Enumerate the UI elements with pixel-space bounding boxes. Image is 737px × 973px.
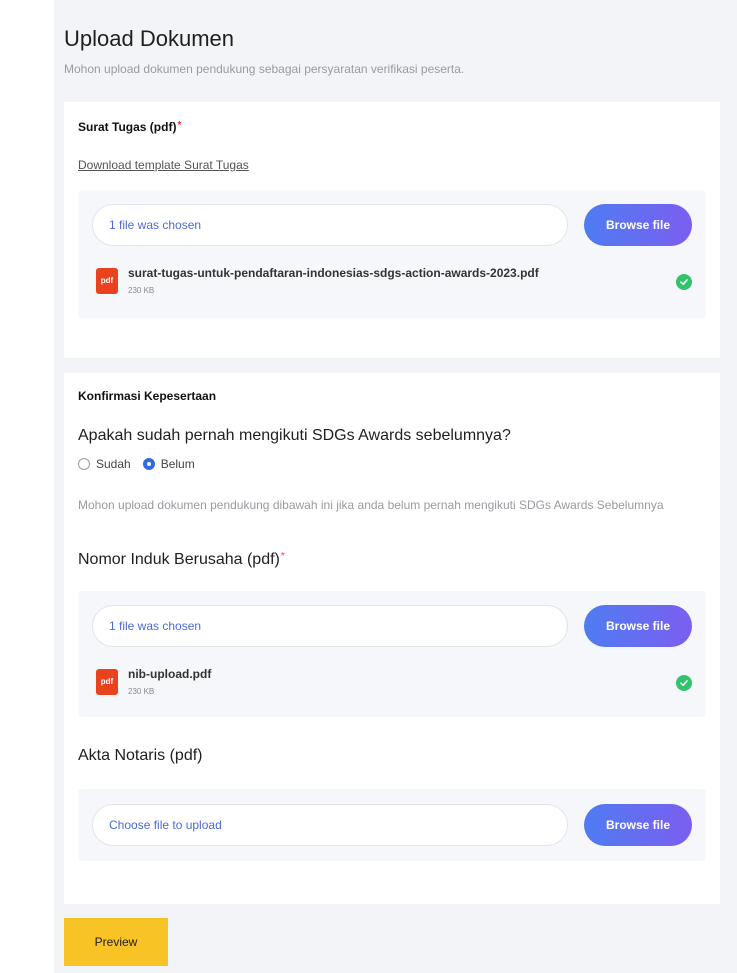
page-subtitle: Mohon upload dokumen pendukung sebagai p… bbox=[64, 62, 465, 76]
radio-sudah-label[interactable]: Sudah bbox=[96, 457, 131, 471]
radio-belum-label[interactable]: Belum bbox=[161, 457, 195, 471]
surat-tugas-file-row: pdf surat-tugas-untuk-pendaftaran-indone… bbox=[96, 266, 692, 302]
surat-tugas-label: Surat Tugas (pdf)* bbox=[78, 120, 181, 134]
konfirmasi-hint: Mohon upload dokumen pendukung dibawah i… bbox=[78, 498, 664, 512]
radio-belum[interactable] bbox=[142, 458, 155, 470]
upload-page: Upload Dokumen Mohon upload dokumen pend… bbox=[54, 0, 737, 973]
konfirmasi-title: Konfirmasi Kepesertaan bbox=[78, 389, 217, 403]
surat-tugas-file-input[interactable]: 1 file was chosen bbox=[92, 204, 568, 246]
surat-tugas-file-size: 230 KB bbox=[128, 286, 155, 295]
akta-file-input[interactable]: Choose file to upload bbox=[92, 804, 568, 846]
surat-tugas-card: Surat Tugas (pdf)* Download template Sur… bbox=[64, 102, 720, 358]
pdf-icon: pdf bbox=[96, 669, 118, 695]
akta-browse-button[interactable]: Browse file bbox=[584, 804, 692, 846]
nib-file-name: nib-upload.pdf bbox=[128, 667, 212, 681]
akta-upload-box: Choose file to upload Browse file bbox=[78, 789, 706, 861]
surat-tugas-file-name: surat-tugas-untuk-pendaftaran-indonesias… bbox=[128, 266, 539, 280]
nib-file-input[interactable]: 1 file was chosen bbox=[92, 605, 568, 647]
check-icon bbox=[676, 274, 692, 290]
nib-label-text: Nomor Induk Berusaha (pdf) bbox=[78, 551, 280, 568]
required-mark: * bbox=[177, 120, 182, 131]
surat-tugas-upload-box: 1 file was chosen Browse file pdf surat-… bbox=[78, 190, 706, 318]
akta-label: Akta Notaris (pdf) bbox=[78, 747, 203, 764]
nib-file-size: 230 KB bbox=[128, 687, 155, 696]
nib-label: Nomor Induk Berusaha (pdf)* bbox=[78, 551, 285, 569]
radio-sudah[interactable] bbox=[78, 458, 90, 470]
konfirmasi-card: Konfirmasi Kepesertaan Apakah sudah pern… bbox=[64, 373, 720, 904]
page-title: Upload Dokumen bbox=[64, 26, 234, 51]
download-template-link[interactable]: Download template Surat Tugas bbox=[78, 158, 249, 172]
nib-file-row: pdf nib-upload.pdf 230 KB bbox=[96, 667, 692, 703]
check-icon bbox=[676, 675, 692, 691]
nib-browse-button[interactable]: Browse file bbox=[584, 605, 692, 647]
preview-button[interactable]: Preview bbox=[64, 918, 168, 966]
nib-upload-box: 1 file was chosen Browse file pdf nib-up… bbox=[78, 591, 706, 717]
participation-radio-group: Sudah Belum bbox=[78, 457, 207, 471]
required-mark: * bbox=[280, 551, 285, 562]
surat-tugas-label-text: Surat Tugas (pdf) bbox=[78, 120, 177, 134]
pdf-icon: pdf bbox=[96, 268, 118, 294]
surat-tugas-browse-button[interactable]: Browse file bbox=[584, 204, 692, 246]
konfirmasi-question: Apakah sudah pernah mengikuti SDGs Award… bbox=[78, 427, 511, 444]
